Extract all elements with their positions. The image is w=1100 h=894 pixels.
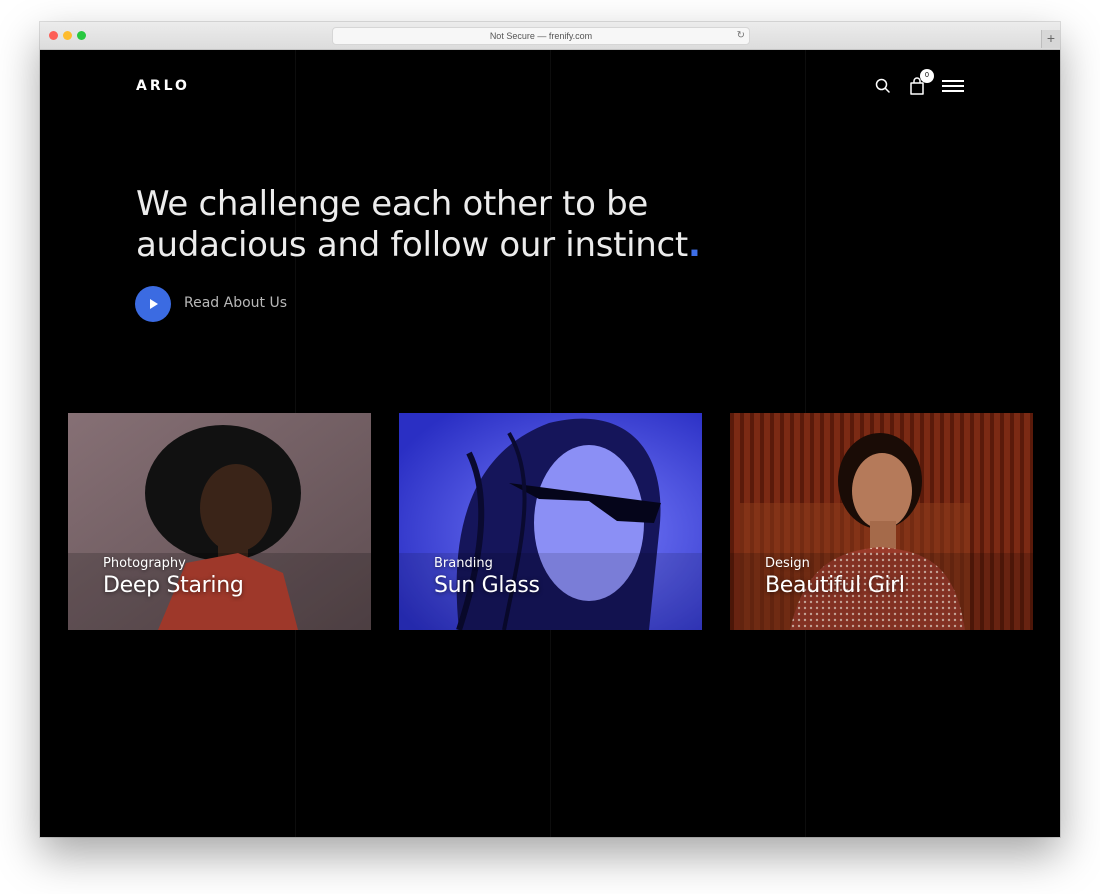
new-tab-button[interactable]: +	[1041, 30, 1060, 48]
read-about-us-link[interactable]: Read About Us	[184, 295, 287, 311]
menu-icon[interactable]	[942, 79, 966, 93]
hero-headline-line-1: We challenge each other to be	[136, 184, 649, 224]
hero-headline-text: audacious and follow our instinct	[136, 225, 688, 265]
reload-icon[interactable]: ↻	[737, 28, 745, 44]
play-icon	[150, 299, 158, 309]
headline-accent-dot: .	[687, 225, 701, 265]
minimize-window-button[interactable]	[63, 31, 72, 40]
website-viewport: ARLO 0 We challenge each other to be aud…	[40, 50, 1060, 837]
address-text: Not Secure — frenify.com	[489, 31, 593, 41]
hero-headline-line-2: audacious and follow our instinct.	[136, 225, 701, 266]
portfolio-card-sun-glass[interactable]: Branding Sun Glass	[399, 413, 702, 630]
site-logo[interactable]: ARLO	[136, 78, 190, 94]
card-category: Branding	[434, 556, 493, 571]
cart-count-badge: 0	[920, 69, 934, 83]
card-category: Design	[765, 556, 810, 571]
portfolio-card-deep-staring[interactable]: Photography Deep Staring	[68, 413, 371, 630]
card-category: Photography	[103, 556, 186, 571]
address-bar[interactable]: Not Secure — frenify.com ↻	[332, 27, 750, 45]
card-title[interactable]: Sun Glass	[434, 573, 540, 598]
browser-titlebar: Not Secure — frenify.com ↻ +	[40, 22, 1060, 50]
portfolio-card-beautiful-girl[interactable]: Design Beautiful Girl	[730, 413, 1033, 630]
browser-window: Not Secure — frenify.com ↻ + ARLO 0 We c…	[40, 22, 1060, 837]
search-icon[interactable]	[874, 77, 892, 95]
hero-headline: We challenge each other to be audacious …	[136, 184, 701, 266]
card-title[interactable]: Deep Staring	[103, 573, 244, 598]
play-button[interactable]	[135, 286, 171, 322]
zoom-window-button[interactable]	[77, 31, 86, 40]
card-title[interactable]: Beautiful Girl	[765, 573, 905, 598]
close-window-button[interactable]	[49, 31, 58, 40]
